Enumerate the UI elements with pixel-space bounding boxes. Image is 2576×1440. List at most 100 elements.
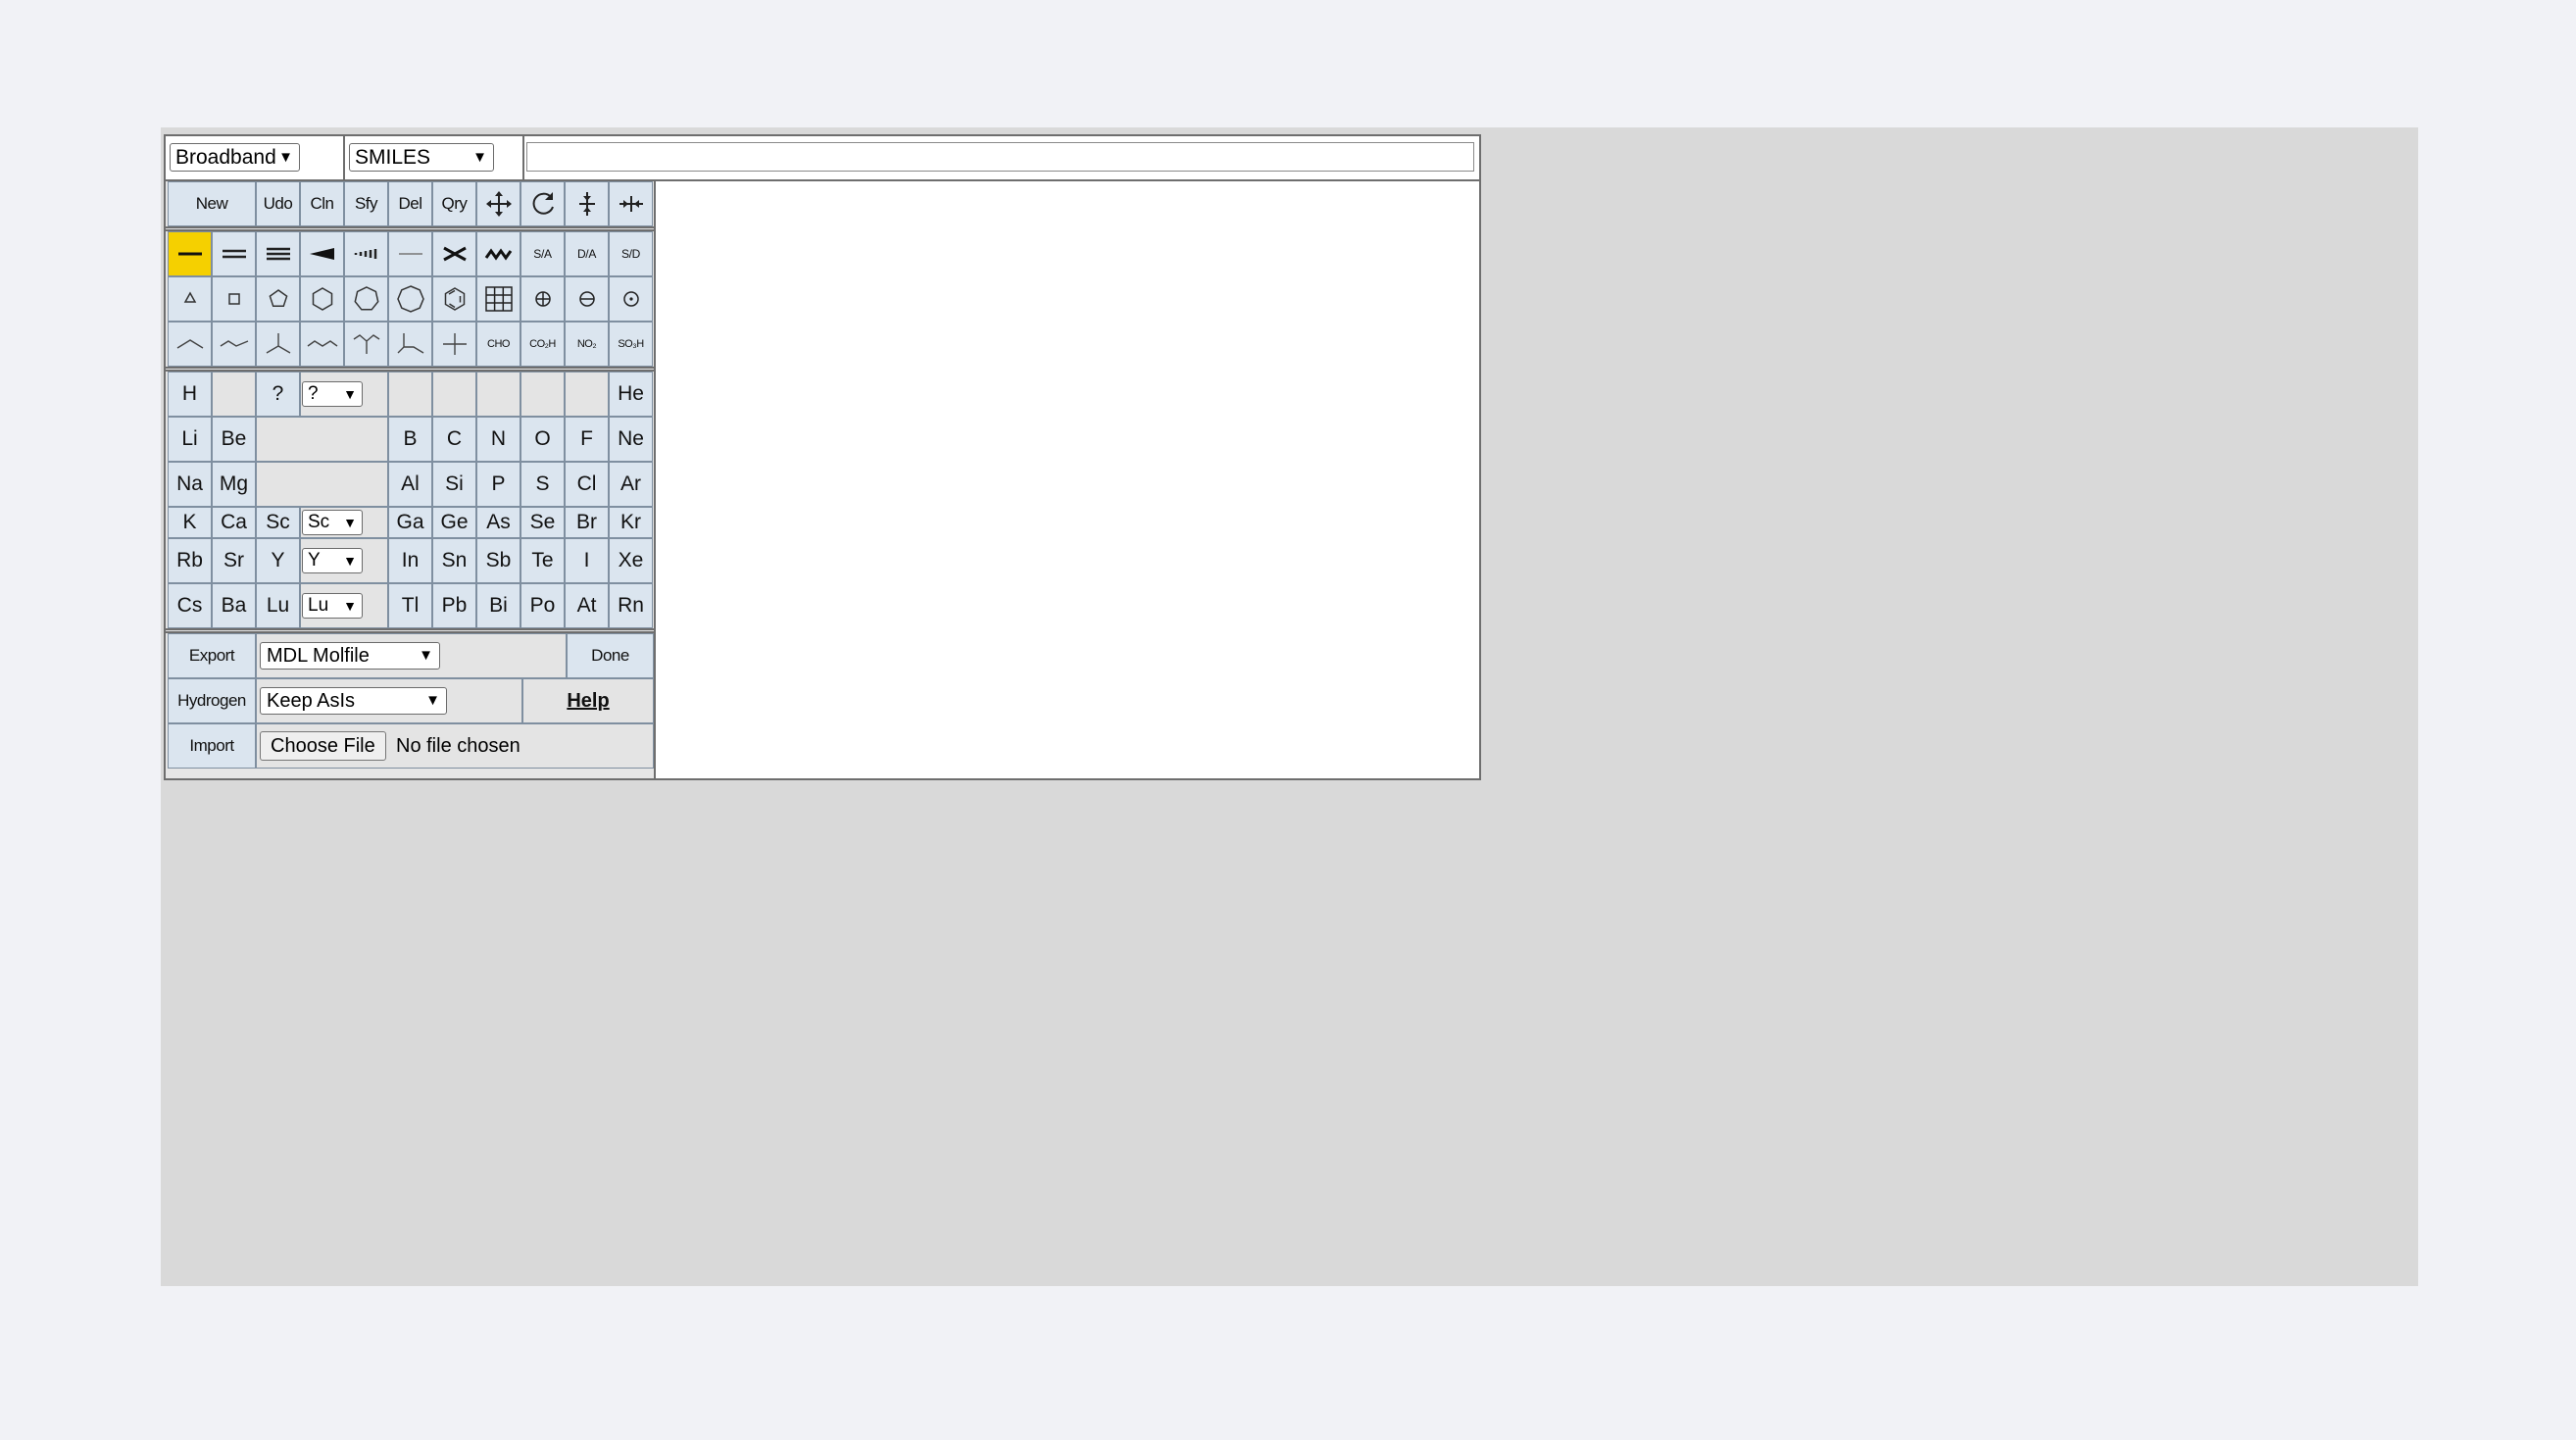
element-y-button[interactable]: Y [256, 538, 300, 583]
element-ge-button[interactable]: Ge [432, 507, 476, 538]
grid-button[interactable] [476, 276, 520, 322]
smiles-input[interactable] [526, 142, 1474, 172]
element-any-button[interactable]: ? [256, 372, 300, 417]
chain-2-button[interactable] [168, 322, 212, 367]
bond-s-a-button[interactable]: S/A [520, 231, 565, 276]
hydrogen-button[interactable]: Hydrogen [168, 678, 256, 723]
hexagon-ring-button[interactable] [300, 276, 344, 322]
element-si-button[interactable]: Si [432, 462, 476, 507]
choose-file-button[interactable]: Choose File [260, 731, 386, 761]
element-rb-button[interactable]: Rb [168, 538, 212, 583]
new-button[interactable]: New [168, 181, 256, 226]
negative-charge-button[interactable] [565, 276, 609, 322]
pentagon-ring-button[interactable] [256, 276, 300, 322]
tool-cln-button[interactable]: Cln [300, 181, 344, 226]
element-pb-button[interactable]: Pb [432, 583, 476, 628]
chain-4-button[interactable] [300, 322, 344, 367]
branch-y-button[interactable] [344, 322, 388, 367]
element-cl-button[interactable]: Cl [565, 462, 609, 507]
element-al-button[interactable]: Al [388, 462, 432, 507]
cut-bond-button[interactable] [432, 231, 476, 276]
element-lu-button[interactable]: Lu [256, 583, 300, 628]
hydrogen-option-select[interactable]: Keep AsIs ▼ [260, 687, 447, 715]
cross-button[interactable] [432, 322, 476, 367]
element-he-button[interactable]: He [609, 372, 653, 417]
group-button[interactable]: CHO [476, 322, 520, 367]
element-p-button[interactable]: P [476, 462, 520, 507]
double-bond-button[interactable] [212, 231, 256, 276]
element-sb-button[interactable]: Sb [476, 538, 520, 583]
triangle-ring-button[interactable] [168, 276, 212, 322]
bond-s-d-button[interactable]: S/D [609, 231, 653, 276]
radical-button[interactable] [609, 276, 653, 322]
tool-del-button[interactable]: Del [388, 181, 432, 226]
element-li-button[interactable]: Li [168, 417, 212, 462]
octagon-ring-button[interactable] [388, 276, 432, 322]
element-cs-button[interactable]: Cs [168, 583, 212, 628]
element-ga-button[interactable]: Ga [388, 507, 432, 538]
element-variant-select[interactable]: Y ▼ [302, 548, 363, 573]
format-select[interactable]: SMILES ▼ [349, 143, 494, 172]
export-button[interactable]: Export [168, 633, 256, 678]
element-ba-button[interactable]: Ba [212, 583, 256, 628]
element-variant-select[interactable]: ? ▼ [302, 381, 363, 407]
tool-qry-button[interactable]: Qry [432, 181, 476, 226]
element-sc-button[interactable]: Sc [256, 507, 300, 538]
element-ca-button[interactable]: Ca [212, 507, 256, 538]
element-s-button[interactable]: S [520, 462, 565, 507]
hash-bond-button[interactable] [344, 231, 388, 276]
element-rn-button[interactable]: Rn [609, 583, 653, 628]
chain-3-button[interactable] [212, 322, 256, 367]
element-n-button[interactable]: N [476, 417, 520, 462]
heptagon-ring-button[interactable] [344, 276, 388, 322]
wedge-bond-button[interactable] [300, 231, 344, 276]
done-button[interactable]: Done [567, 633, 654, 678]
rotate-button[interactable] [520, 181, 565, 226]
drawing-canvas[interactable] [656, 181, 1479, 778]
flip-vertical-button[interactable] [565, 181, 609, 226]
element-sr-button[interactable]: Sr [212, 538, 256, 583]
element-ne-button[interactable]: Ne [609, 417, 653, 462]
element-f-button[interactable]: F [565, 417, 609, 462]
wavy-bond-button[interactable] [476, 231, 520, 276]
element-as-button[interactable]: As [476, 507, 520, 538]
export-format-select[interactable]: MDL Molfile ▼ [260, 642, 440, 670]
element-c-button[interactable]: C [432, 417, 476, 462]
element-k-button[interactable]: K [168, 507, 212, 538]
branch-t-button[interactable] [388, 322, 432, 367]
element-po-button[interactable]: Po [520, 583, 565, 628]
element-kr-button[interactable]: Kr [609, 507, 653, 538]
element-h-button[interactable]: H [168, 372, 212, 417]
mode-select[interactable]: Broadband ▼ [170, 143, 300, 172]
element-na-button[interactable]: Na [168, 462, 212, 507]
bond-d-a-button[interactable]: D/A [565, 231, 609, 276]
element-se-button[interactable]: Se [520, 507, 565, 538]
element-variant-select[interactable]: Lu ▼ [302, 593, 363, 619]
element-variant-select[interactable]: Sc ▼ [302, 510, 363, 535]
single-bond-button[interactable] [168, 231, 212, 276]
group-button[interactable]: CO₂H [520, 322, 565, 367]
element-sn-button[interactable]: Sn [432, 538, 476, 583]
element-b-button[interactable]: B [388, 417, 432, 462]
tool-udo-button[interactable]: Udo [256, 181, 300, 226]
benzene-ring-button[interactable] [432, 276, 476, 322]
help-link[interactable]: Help [567, 690, 609, 713]
plain-line-button[interactable] [388, 231, 432, 276]
element-be-button[interactable]: Be [212, 417, 256, 462]
move-button[interactable] [476, 181, 520, 226]
branch-3-button[interactable] [256, 322, 300, 367]
tool-sfy-button[interactable]: Sfy [344, 181, 388, 226]
element-ar-button[interactable]: Ar [609, 462, 653, 507]
element-tl-button[interactable]: Tl [388, 583, 432, 628]
element-bi-button[interactable]: Bi [476, 583, 520, 628]
flip-horizontal-button[interactable] [609, 181, 653, 226]
element-in-button[interactable]: In [388, 538, 432, 583]
group-button[interactable]: NO₂ [565, 322, 609, 367]
square-ring-button[interactable] [212, 276, 256, 322]
element-mg-button[interactable]: Mg [212, 462, 256, 507]
group-button[interactable]: SO₃H [609, 322, 653, 367]
element-at-button[interactable]: At [565, 583, 609, 628]
element-te-button[interactable]: Te [520, 538, 565, 583]
import-button[interactable]: Import [168, 723, 256, 769]
element-o-button[interactable]: O [520, 417, 565, 462]
